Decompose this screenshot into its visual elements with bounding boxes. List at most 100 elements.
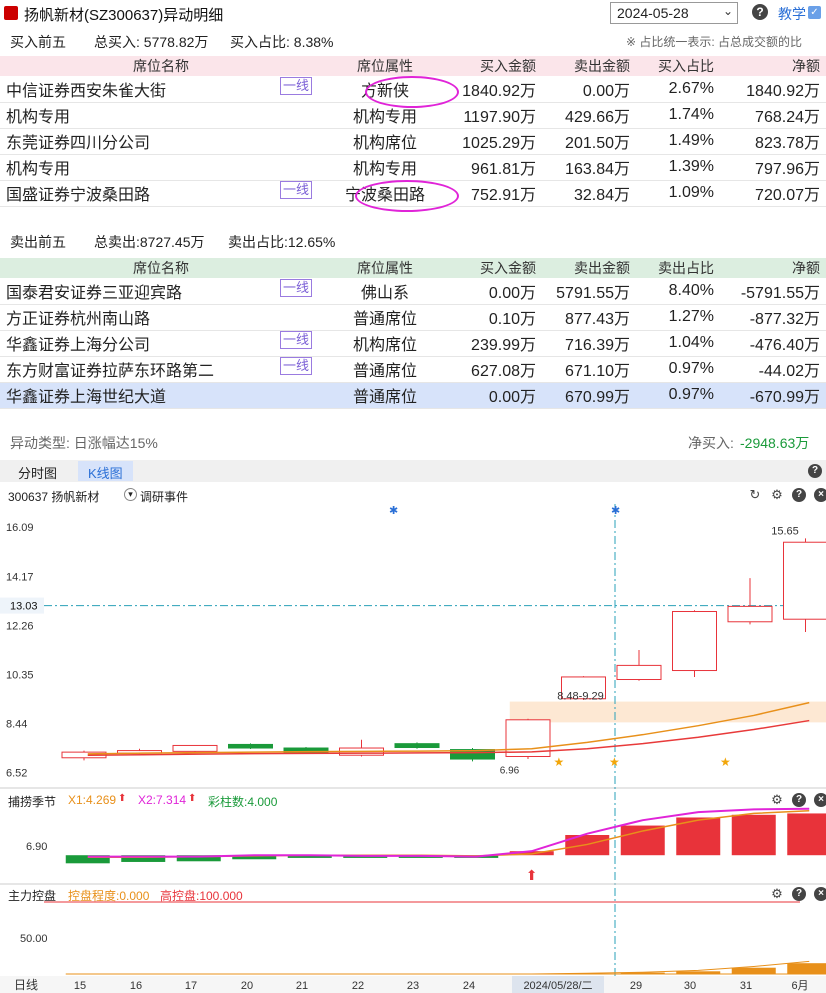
table-row[interactable]: 国泰君安证券三亚迎宾路 一线 佛山系 0.00万 5791.55万 8.40% -5791.…	[0, 278, 826, 305]
buy-amount: 0.00万	[448, 382, 542, 409]
y-tick-label: 12.26	[6, 620, 34, 632]
stock-label: 300637 扬帆新材	[8, 490, 100, 504]
price-band	[509, 701, 826, 723]
net-amount: -44.02万	[720, 356, 826, 383]
page-title: 扬帆新材(SZ300637)异动明细	[24, 7, 224, 24]
sell-section-title: 卖出前五	[10, 234, 66, 250]
x-tick-label: 16	[130, 980, 142, 992]
seat-attr: 普通席位	[322, 382, 448, 409]
indicator2-degree: 控盘程度:0.000	[68, 889, 150, 903]
title-bar: 扬帆新材(SZ300637)异动明细 2024-05-28 ⌄ ? 教学 ✓	[0, 0, 826, 26]
col-buy-amount: 买入金额	[448, 56, 542, 76]
seat-attr: 机构席位	[322, 330, 448, 357]
first-tier-tag[interactable]: 一线	[279, 331, 312, 349]
help-icon[interactable]: ?	[792, 793, 806, 807]
ratio: 1.09%	[636, 180, 720, 207]
star-icon: ★	[720, 755, 731, 769]
chevron-down-icon[interactable]: ▾	[124, 488, 137, 501]
candle	[727, 605, 773, 623]
arrow-up-icon: ⬆	[526, 867, 538, 883]
seat-name: 方正证券杭州南山路	[0, 304, 322, 331]
seat-name: 国盛证券宁波桑田路 一线	[0, 180, 322, 207]
ratio: 0.97%	[636, 356, 720, 383]
anomaly-type: 异动类型: 日涨幅达15%	[10, 435, 158, 451]
seat-attr: 机构专用	[322, 154, 448, 181]
range-label: 8.48-9.29	[557, 691, 603, 703]
teach-button[interactable]: 教学	[778, 4, 806, 24]
ratio: 1.39%	[636, 154, 720, 181]
x-axis-label: 日线	[14, 978, 38, 992]
candle	[228, 743, 273, 749]
help-icon[interactable]: ?	[792, 488, 806, 502]
help-icon[interactable]: ?	[808, 464, 822, 478]
indicator-bar	[787, 963, 826, 974]
gear-icon[interactable]: ⚙	[770, 488, 784, 502]
y-tick-label: 16.09	[6, 522, 34, 534]
first-tier-tag[interactable]: 一线	[279, 357, 312, 375]
candle	[672, 611, 717, 672]
gear-icon[interactable]: ⚙	[770, 793, 784, 807]
seat-attr: 普通席位	[322, 304, 448, 331]
sell-amount: 5791.55万	[542, 278, 636, 305]
first-tier-tag[interactable]: 一线	[279, 76, 312, 95]
table-row[interactable]: 华鑫证券上海分公司 一线 机构席位 239.99万 716.39万 1.04% -476.4…	[0, 330, 826, 357]
table-row[interactable]: 方正证券杭州南山路 普通席位 0.10万 877.43万 1.27% -877.32万	[0, 304, 826, 331]
y-tick-label: 50.00	[20, 933, 48, 945]
date-select[interactable]: 2024-05-28 ⌄	[610, 2, 738, 24]
sell-amount: 716.39万	[542, 330, 636, 357]
x-tick-label: 24	[463, 980, 475, 992]
candle	[783, 541, 826, 620]
buy-amount: 752.91万	[448, 180, 542, 207]
candle	[616, 664, 662, 681]
net-amount: -476.40万	[720, 330, 826, 357]
close-icon[interactable]: ×	[814, 887, 826, 901]
gear-icon[interactable]: ⚙	[770, 887, 784, 901]
teach-checkbox[interactable]: ✓	[808, 6, 821, 19]
refresh-icon[interactable]: ↻	[748, 488, 762, 502]
x-tick-label: 30	[684, 980, 696, 992]
candle	[394, 743, 440, 749]
chevron-down-icon[interactable]: ⌄	[723, 4, 733, 18]
buy-amount: 1025.29万	[448, 128, 542, 155]
x-tick-label: 2024/05/28/二	[523, 980, 592, 992]
help-icon[interactable]: ?	[792, 887, 806, 901]
indicator1-x2: X2:7.314	[138, 793, 187, 807]
seat-attr: 机构席位	[322, 128, 448, 155]
table-row[interactable]: 东方财富证券拉萨东环路第二 一线 普通席位 627.08万 671.10万 0.97% -4…	[0, 356, 826, 383]
star-icon: ★	[609, 755, 620, 769]
sell-amount: 32.84万	[542, 180, 636, 207]
buy-amount: 961.81万	[448, 154, 542, 181]
ratio: 1.74%	[636, 102, 720, 129]
table-row[interactable]: 机构专用 机构专用 961.81万 163.84万 1.39% 797.96万	[0, 154, 826, 181]
first-tier-tag[interactable]: 一线	[279, 181, 312, 199]
col-seat-attr: 席位属性	[322, 258, 448, 278]
tab-timeshare[interactable]: 分时图	[8, 461, 67, 481]
buy-amount: 627.08万	[448, 356, 542, 383]
tab-kline[interactable]: K线图	[78, 461, 133, 481]
close-icon[interactable]: ×	[814, 488, 826, 502]
indicator1-x1: X1:4.269	[68, 793, 117, 807]
help-icon[interactable]: ?	[752, 4, 768, 20]
star-icon: ★	[554, 755, 565, 769]
kline-chart: 6.52 8.44 10.35 12.26 14.17 16.09 13.03 6.96 8.4…	[0, 504, 826, 993]
sell-table: 席位名称 席位属性 买入金额 卖出金额 卖出占比 净额 国泰君安证券三亚迎宾路一…	[0, 258, 826, 409]
ratio: 2.67%	[636, 76, 720, 103]
net-buy-value: -2948.63万	[740, 435, 810, 451]
first-tier-tag[interactable]: 一线	[279, 278, 312, 297]
ratio: 0.97%	[636, 382, 720, 409]
col-net: 净额	[720, 56, 826, 76]
seat-name: 华鑫证券上海分公司 一线	[0, 330, 322, 357]
event-toggle[interactable]: 调研事件	[140, 488, 188, 505]
highlight-ellipse	[365, 76, 459, 108]
seat-name: 东莞证券四川分公司	[0, 128, 322, 155]
close-icon[interactable]: ×	[814, 793, 826, 807]
seat-name: 华鑫证券上海世纪大道	[0, 382, 322, 409]
table-row[interactable]: 东莞证券四川分公司 机构席位 1025.29万 201.50万 1.49% 823.78万	[0, 128, 826, 155]
y-tick-label: 10.35	[6, 669, 34, 681]
sell-amount: 429.66万	[542, 102, 636, 129]
net-amount: 797.96万	[720, 154, 826, 181]
table-row[interactable]: 华鑫证券上海世纪大道 普通席位 0.00万 670.99万 0.97% -670.99万	[0, 382, 826, 409]
sell-amount: 670.99万	[542, 382, 636, 409]
ratio-note: ※ 占比统一表示: 占总成交额的比	[626, 35, 803, 49]
ratio: 1.04%	[636, 330, 720, 357]
